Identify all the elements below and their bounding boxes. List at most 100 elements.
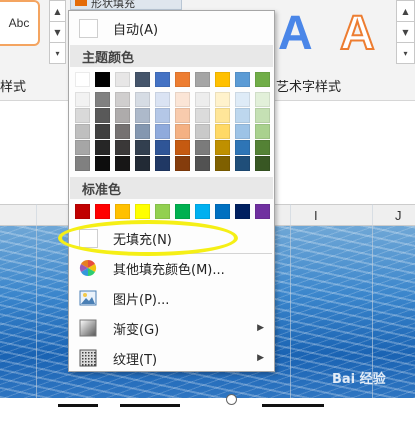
theme-color-swatch[interactable] (135, 72, 150, 87)
theme-shade-swatch[interactable] (135, 92, 150, 107)
theme-color-swatch[interactable] (175, 72, 190, 87)
shape-style-sample[interactable]: Abc (0, 0, 40, 46)
theme-shade-swatch[interactable] (215, 108, 230, 123)
theme-shade-swatch[interactable] (175, 124, 190, 139)
theme-shade-swatch[interactable] (155, 140, 170, 155)
theme-shade-swatch[interactable] (235, 108, 250, 123)
column-letter-i[interactable]: I (314, 208, 318, 223)
theme-color-swatch[interactable] (115, 72, 130, 87)
style-sample-text: Abc (8, 16, 30, 30)
theme-shade-swatch[interactable] (215, 156, 230, 171)
style-gallery-scroll[interactable]: ▲ ▼ ▾ (49, 0, 66, 64)
theme-shade-swatch[interactable] (135, 140, 150, 155)
standard-color-swatch[interactable] (175, 204, 190, 219)
theme-shade-swatch[interactable] (195, 108, 210, 123)
theme-shade-swatch[interactable] (115, 156, 130, 171)
theme-shade-swatch[interactable] (175, 156, 190, 171)
theme-color-swatch[interactable] (95, 72, 110, 87)
wordart-style-orange[interactable]: A (339, 6, 376, 61)
theme-color-swatch[interactable] (75, 72, 90, 87)
theme-shade-swatch[interactable] (195, 124, 210, 139)
theme-shade-swatch[interactable] (215, 140, 230, 155)
theme-color-swatch[interactable] (155, 72, 170, 87)
highlight-ellipse (58, 220, 238, 256)
theme-shade-swatch[interactable] (255, 92, 270, 107)
theme-shade-swatch[interactable] (195, 92, 210, 107)
theme-shade-swatch[interactable] (115, 92, 130, 107)
theme-shade-swatch[interactable] (195, 140, 210, 155)
theme-shade-swatch[interactable] (75, 92, 90, 107)
theme-shade-swatch[interactable] (155, 108, 170, 123)
theme-shade-swatch[interactable] (135, 124, 150, 139)
theme-shade-swatch[interactable] (175, 140, 190, 155)
menu-item-picture[interactable]: 图片(P)... (69, 285, 274, 311)
gallery-more-icon[interactable]: ▾ (397, 43, 414, 64)
theme-shade-swatch[interactable] (175, 108, 190, 123)
theme-shade-swatch[interactable] (115, 124, 130, 139)
theme-shade-swatch[interactable] (115, 140, 130, 155)
menu-item-label: 自动(A) (113, 22, 159, 38)
baidu-watermark: Bai 经验 (332, 368, 386, 387)
scroll-up-icon[interactable]: ▲ (50, 1, 65, 22)
theme-color-swatch[interactable] (195, 72, 210, 87)
theme-shade-swatch[interactable] (75, 124, 90, 139)
theme-shade-swatch[interactable] (75, 108, 90, 123)
standard-color-swatch[interactable] (75, 204, 90, 219)
wordart-style-blue[interactable]: A (278, 6, 313, 61)
scroll-down-icon[interactable]: ▼ (50, 22, 65, 43)
standard-color-swatch[interactable] (235, 204, 250, 219)
theme-shade-swatch[interactable] (255, 140, 270, 155)
theme-shade-swatch[interactable] (155, 156, 170, 171)
menu-item-automatic[interactable]: 自动(A) (69, 15, 274, 41)
menu-item-texture[interactable]: 纹理(T) ▶ (69, 345, 274, 371)
submenu-arrow-icon: ▶ (257, 323, 264, 333)
standard-color-swatch[interactable] (95, 204, 110, 219)
theme-shade-swatch[interactable] (95, 124, 110, 139)
menu-item-label: 纹理(T) (113, 352, 158, 368)
theme-shade-swatch[interactable] (115, 108, 130, 123)
theme-shade-swatch[interactable] (95, 156, 110, 171)
theme-shade-swatch[interactable] (155, 92, 170, 107)
theme-shade-swatch[interactable] (175, 92, 190, 107)
standard-color-swatch[interactable] (155, 204, 170, 219)
gallery-more-icon[interactable]: ▾ (50, 43, 65, 64)
standard-color-swatch[interactable] (135, 204, 150, 219)
theme-shade-swatch[interactable] (75, 156, 90, 171)
theme-shade-swatch[interactable] (135, 156, 150, 171)
theme-shade-swatch[interactable] (235, 140, 250, 155)
theme-color-swatch[interactable] (255, 72, 270, 87)
standard-color-swatch[interactable] (215, 204, 230, 219)
scroll-down-icon[interactable]: ▼ (397, 22, 414, 43)
theme-color-swatch[interactable] (215, 72, 230, 87)
theme-shade-swatch[interactable] (95, 92, 110, 107)
menu-item-more-colors[interactable]: 其他填充颜色(M)... (69, 255, 274, 281)
theme-shade-swatch[interactable] (215, 124, 230, 139)
fill-color-swatch (75, 0, 87, 6)
scroll-up-icon[interactable]: ▲ (397, 1, 414, 22)
theme-shade-swatch[interactable] (95, 140, 110, 155)
texture-icon (78, 348, 98, 368)
theme-shade-swatch[interactable] (155, 124, 170, 139)
theme-shade-swatch[interactable] (75, 140, 90, 155)
theme-shade-swatch[interactable] (235, 156, 250, 171)
theme-shade-swatch[interactable] (195, 156, 210, 171)
theme-shade-swatch[interactable] (215, 92, 230, 107)
theme-color-swatch[interactable] (235, 72, 250, 87)
rotation-handle-icon[interactable] (226, 394, 237, 405)
theme-shade-swatch[interactable] (95, 108, 110, 123)
shape-styles-group-label: 样式 (0, 80, 27, 95)
theme-shade-swatch[interactable] (235, 124, 250, 139)
standard-color-swatch[interactable] (195, 204, 210, 219)
standard-color-swatch[interactable] (255, 204, 270, 219)
wordart-gallery-scroll[interactable]: ▲ ▼ ▾ (396, 0, 415, 64)
picture-icon (78, 288, 98, 308)
column-letter-j[interactable]: J (395, 208, 402, 223)
theme-shade-swatch[interactable] (135, 108, 150, 123)
theme-shade-swatch[interactable] (255, 108, 270, 123)
shape-fill-button[interactable]: 形状填充 (70, 0, 182, 10)
theme-shade-swatch[interactable] (235, 92, 250, 107)
menu-item-gradient[interactable]: 渐变(G) ▶ (69, 315, 274, 341)
standard-color-swatch[interactable] (115, 204, 130, 219)
theme-shade-swatch[interactable] (255, 156, 270, 171)
theme-shade-swatch[interactable] (255, 124, 270, 139)
